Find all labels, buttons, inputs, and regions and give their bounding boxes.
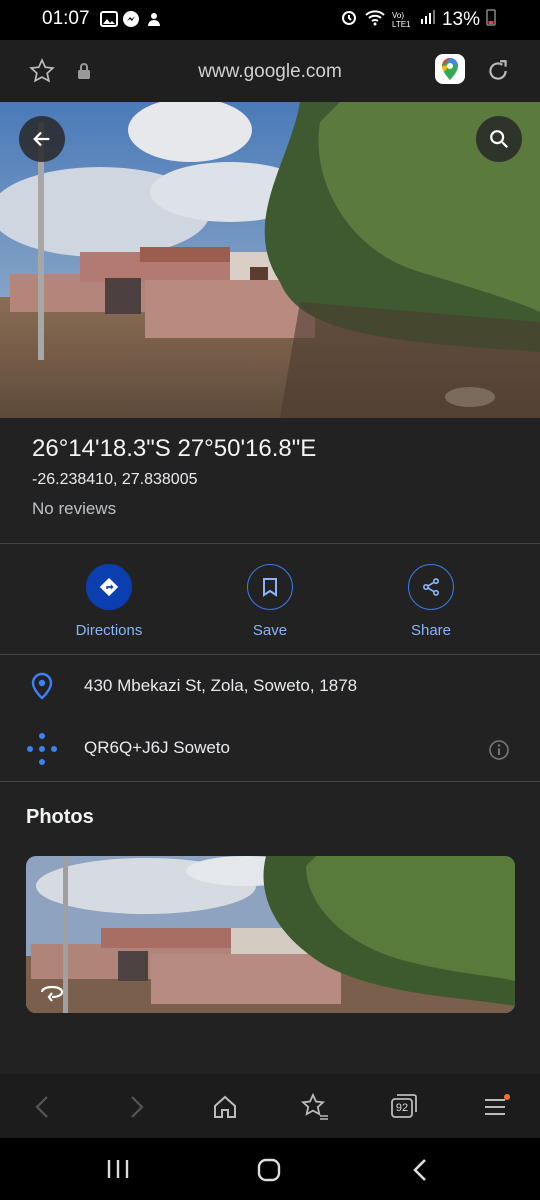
save-label: Save	[252, 622, 288, 639]
home-nav-icon[interactable]	[256, 1157, 282, 1188]
arrow-back-icon	[33, 131, 50, 147]
browser-forward-icon[interactable]	[126, 1094, 146, 1125]
messenger-icon	[122, 10, 140, 28]
share-circle	[408, 564, 454, 610]
plus-code-text: QR6Q+J6J Soweto	[84, 738, 230, 757]
status-time: 01:07	[42, 8, 90, 29]
notification-icon	[145, 10, 163, 28]
search-icon	[490, 130, 509, 149]
status-bar: 01:07 Vo) LTE1 13%	[0, 0, 540, 40]
search-button[interactable]	[476, 116, 522, 162]
reviews-text: No reviews	[32, 499, 117, 518]
tabs-button[interactable]: 92	[390, 1093, 418, 1119]
signal-icon	[420, 9, 436, 31]
back-button[interactable]	[19, 116, 65, 162]
reload-icon[interactable]	[485, 58, 511, 89]
browser-back-icon[interactable]	[33, 1094, 53, 1125]
battery-percent: 13%	[441, 9, 480, 30]
wifi-icon	[364, 8, 386, 32]
divider	[0, 781, 540, 782]
photos-heading: Photos	[26, 806, 94, 828]
google-maps-app-icon[interactable]	[435, 54, 465, 84]
360-view-icon	[38, 982, 66, 1007]
address-text: 430 Mbekazi St, Zola, Soweto, 1878	[84, 676, 358, 695]
system-nav-bar	[0, 1138, 540, 1200]
recent-apps-icon[interactable]	[106, 1158, 130, 1185]
share-icon	[423, 578, 439, 596]
place-coordinates: -26.238410, 27.838005	[32, 471, 198, 488]
browser-toolbar: 92	[0, 1074, 540, 1138]
bookmarks-icon[interactable]	[300, 1092, 330, 1127]
info-icon[interactable]	[488, 739, 510, 766]
bookmark-icon	[263, 578, 277, 597]
divider	[0, 543, 540, 544]
street-view-image[interactable]	[0, 102, 540, 418]
browser-address-bar: www.google.com	[0, 40, 540, 102]
directions-label: Directions	[75, 622, 143, 639]
home-icon[interactable]	[212, 1094, 238, 1125]
alarm-icon	[340, 8, 358, 32]
back-nav-icon[interactable]	[410, 1157, 430, 1188]
tabs-count: 92	[395, 1102, 409, 1114]
menu-icon[interactable]	[482, 1094, 510, 1125]
directions-button[interactable]: Directions	[54, 564, 164, 639]
address-row[interactable]: 430 Mbekazi St, Zola, Soweto, 1878	[0, 656, 540, 718]
status-right: Vo) LTE1 13%	[340, 8, 496, 32]
divider	[0, 654, 540, 655]
photo-thumbnail[interactable]	[26, 856, 515, 1013]
plus-code-row[interactable]: QR6Q+J6J Soweto	[0, 718, 540, 780]
save-button[interactable]: Save	[215, 564, 325, 639]
directions-circle	[86, 564, 132, 610]
share-button[interactable]: Share	[376, 564, 486, 639]
location-pin-icon	[30, 672, 54, 705]
directions-icon	[99, 577, 119, 597]
share-label: Share	[410, 622, 452, 639]
lte-label: Vo) LTE1	[391, 11, 411, 29]
gallery-icon	[100, 10, 118, 28]
place-title: 26°14'18.3"S 27°50'16.8"E	[32, 435, 317, 462]
save-circle	[247, 564, 293, 610]
plus-code-icon	[26, 732, 58, 771]
battery-icon	[486, 8, 496, 32]
